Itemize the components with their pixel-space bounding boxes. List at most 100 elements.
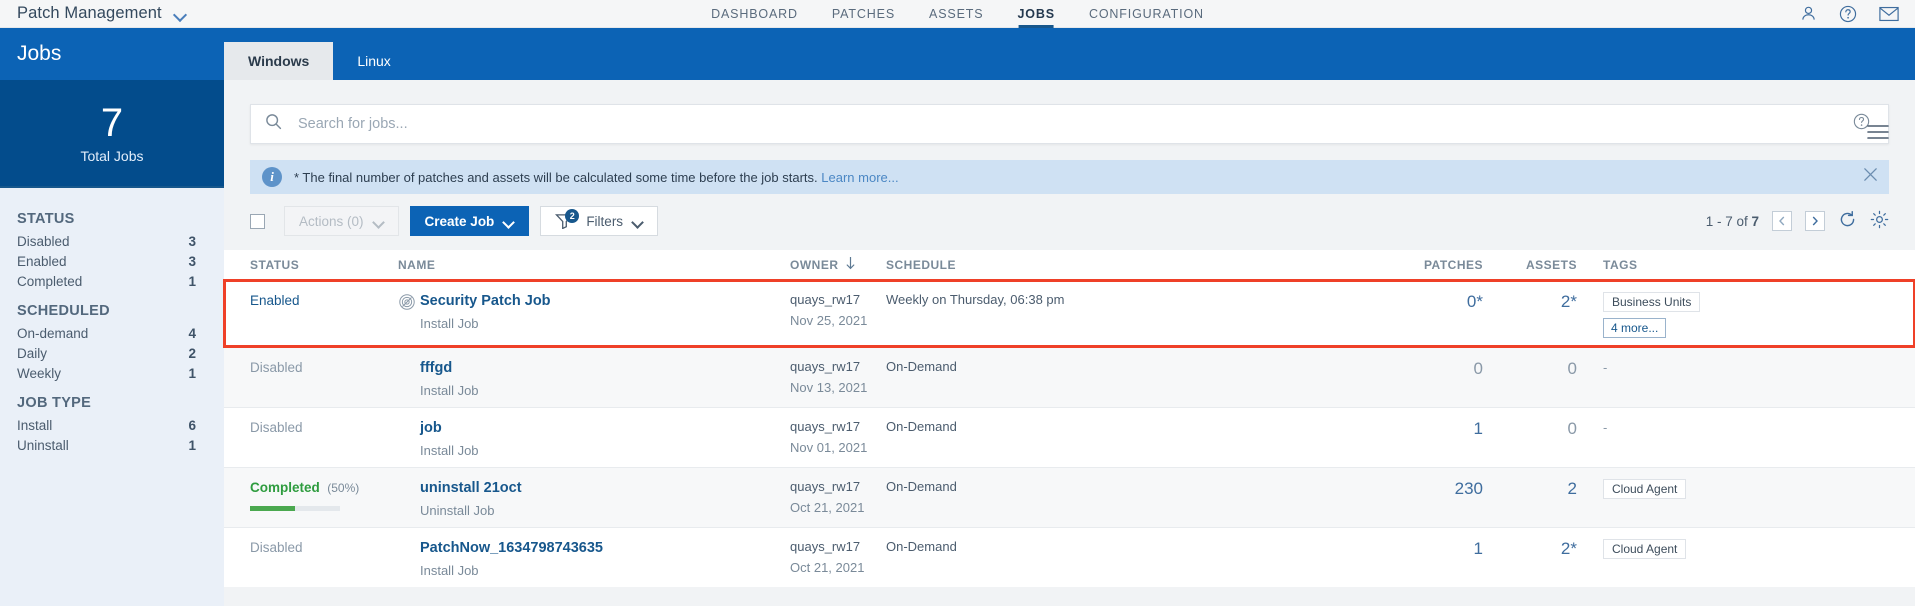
chevron-down-icon bbox=[632, 218, 643, 225]
user-icon[interactable] bbox=[1800, 5, 1817, 22]
chevron-down-icon bbox=[373, 218, 384, 225]
filters-button[interactable]: 2 Filters bbox=[540, 206, 659, 236]
sidebar-item-label: Completed bbox=[17, 273, 83, 289]
cell-patches: 1 bbox=[1411, 419, 1483, 439]
mail-icon[interactable] bbox=[1879, 6, 1899, 22]
table-row[interactable]: Disabled job Install Job quays_rw17 Nov … bbox=[224, 407, 1915, 467]
sidebar-item-enabled[interactable]: Enabled 3 bbox=[0, 251, 224, 271]
column-header-tags[interactable]: TAGS bbox=[1577, 258, 1757, 272]
sidebar-item-disabled[interactable]: Disabled 3 bbox=[0, 231, 224, 251]
column-header-owner[interactable]: OWNER bbox=[790, 256, 886, 273]
nav-item-jobs[interactable]: JOBS bbox=[1000, 0, 1071, 28]
cell-schedule: On-Demand bbox=[886, 539, 1411, 554]
sidebar-item-uninstall[interactable]: Uninstall 1 bbox=[0, 435, 224, 455]
job-date: Nov 25, 2021 bbox=[790, 313, 868, 328]
cell-schedule: On-Demand bbox=[886, 419, 1411, 434]
sidebar-item-daily[interactable]: Daily 2 bbox=[0, 343, 224, 363]
search-input[interactable] bbox=[282, 116, 1853, 132]
column-header-patches[interactable]: PATCHES bbox=[1411, 258, 1483, 272]
owner-name: quays_rw17 bbox=[790, 479, 861, 494]
info-banner-message: * The final number of patches and assets… bbox=[294, 169, 818, 185]
refresh-icon[interactable] bbox=[1838, 210, 1857, 232]
search-area bbox=[224, 80, 1915, 144]
column-header-status[interactable]: STATUS bbox=[250, 258, 398, 272]
header-icon-group bbox=[1800, 5, 1899, 23]
close-icon[interactable] bbox=[1862, 166, 1879, 188]
job-name-block: fffgd Install Job bbox=[420, 359, 479, 398]
previous-page-button[interactable] bbox=[1772, 211, 1792, 231]
patches-count: 0 bbox=[1473, 359, 1483, 378]
job-name-link[interactable]: Security Patch Job bbox=[420, 293, 551, 309]
assets-count: 2 bbox=[1567, 479, 1577, 498]
owner-name: quays_rw17 bbox=[790, 292, 861, 307]
sidebar-item-count: 1 bbox=[188, 437, 196, 453]
nav-item-dashboard[interactable]: DASHBOARD bbox=[694, 0, 815, 28]
table-row[interactable]: Disabled fffgd Install Job quays_rw17 No… bbox=[224, 347, 1915, 407]
filter-funnel-icon: 2 bbox=[555, 208, 580, 230]
sidebar-item-install[interactable]: Install 6 bbox=[0, 415, 224, 435]
table-row[interactable]: Enabled Security Patch Job Install Job q… bbox=[223, 279, 1915, 348]
status-badge: Disabled bbox=[250, 360, 303, 375]
total-jobs-stat: 7 Total Jobs bbox=[0, 80, 224, 188]
left-sidebar: Jobs 7 Total Jobs STATUS Disabled 3 Enab… bbox=[0, 28, 224, 606]
sidebar-item-count: 6 bbox=[188, 417, 196, 433]
table-row[interactable]: Disabled PatchNow_1634798743635 Install … bbox=[224, 527, 1915, 587]
job-type-label: Uninstall Job bbox=[420, 503, 495, 518]
job-name-link[interactable]: fffgd bbox=[420, 360, 452, 376]
cell-assets: 0 bbox=[1483, 359, 1577, 379]
content-body: i * The final number of patches and asse… bbox=[223, 80, 1915, 587]
nav-item-assets[interactable]: ASSETS bbox=[912, 0, 1000, 28]
status-percent: (50%) bbox=[327, 481, 360, 495]
cell-assets: 2 bbox=[1483, 479, 1577, 499]
patches-count: 230 bbox=[1454, 479, 1483, 498]
tab-windows[interactable]: Windows bbox=[224, 42, 334, 80]
select-all-checkbox[interactable] bbox=[250, 213, 265, 229]
tag-chip: Cloud Agent bbox=[1603, 479, 1687, 499]
column-header-assets[interactable]: ASSETS bbox=[1483, 258, 1577, 272]
info-icon: i bbox=[262, 167, 282, 187]
chevron-down-icon[interactable] bbox=[174, 10, 187, 18]
app-brand[interactable]: Patch Management bbox=[0, 4, 187, 23]
column-header-name[interactable]: NAME bbox=[398, 258, 790, 272]
sidebar-item-label: Disabled bbox=[17, 233, 70, 249]
help-icon[interactable] bbox=[1839, 5, 1857, 23]
assets-count: 2* bbox=[1560, 539, 1577, 558]
cell-schedule: On-Demand bbox=[886, 479, 1411, 494]
job-name-link[interactable]: job bbox=[420, 420, 442, 436]
cell-patches: 0 bbox=[1411, 359, 1483, 379]
cell-tags: Business Units 4 more... bbox=[1577, 292, 1757, 338]
sidebar-item-completed[interactable]: Completed 1 bbox=[0, 271, 224, 291]
job-name-link[interactable]: PatchNow_1634798743635 bbox=[420, 540, 603, 556]
actions-dropdown-button[interactable]: Actions (0) bbox=[284, 206, 399, 236]
table-row[interactable]: Completed (50%) uninstall 21oct Uninstal… bbox=[224, 467, 1915, 527]
progress-bar bbox=[250, 506, 340, 511]
tab-linux[interactable]: Linux bbox=[333, 42, 414, 80]
filter-group-job-type-title: JOB TYPE bbox=[17, 395, 92, 411]
create-job-button[interactable]: Create Job bbox=[409, 206, 530, 236]
next-page-button[interactable] bbox=[1805, 211, 1825, 231]
nav-item-configuration[interactable]: CONFIGURATION bbox=[1072, 0, 1221, 28]
cell-patches: 230 bbox=[1411, 479, 1483, 499]
learn-more-link[interactable]: Learn more... bbox=[821, 170, 898, 185]
cell-owner: quays_rw17 Oct 21, 2021 bbox=[790, 479, 886, 515]
list-options-menu-icon[interactable] bbox=[1867, 124, 1889, 145]
sidebar-item-count: 1 bbox=[188, 365, 196, 381]
cell-patches: 0* bbox=[1411, 292, 1483, 312]
patches-count: 1 bbox=[1473, 419, 1483, 438]
sidebar-item-weekly[interactable]: Weekly 1 bbox=[0, 363, 224, 383]
nav-item-patches[interactable]: PATCHES bbox=[815, 0, 912, 28]
filter-group-scheduled-title: SCHEDULED bbox=[17, 303, 110, 319]
filter-group-status-title: STATUS bbox=[17, 211, 75, 227]
status-badge: Completed bbox=[250, 480, 320, 495]
tag-chip: Business Units bbox=[1603, 292, 1701, 312]
column-header-schedule[interactable]: SCHEDULE bbox=[886, 258, 1411, 272]
sidebar-item-on-demand[interactable]: On-demand 4 bbox=[0, 323, 224, 343]
patches-count: 1 bbox=[1473, 539, 1483, 558]
total-jobs-count: 7 bbox=[100, 101, 124, 145]
total-jobs-label: Total Jobs bbox=[80, 148, 144, 164]
job-name-link[interactable]: uninstall 21oct bbox=[420, 480, 522, 496]
tags-more-button[interactable]: 4 more... bbox=[1603, 318, 1667, 338]
gear-icon[interactable] bbox=[1870, 210, 1889, 232]
job-type-label: Install Job bbox=[420, 316, 479, 331]
owner-name: quays_rw17 bbox=[790, 419, 861, 434]
